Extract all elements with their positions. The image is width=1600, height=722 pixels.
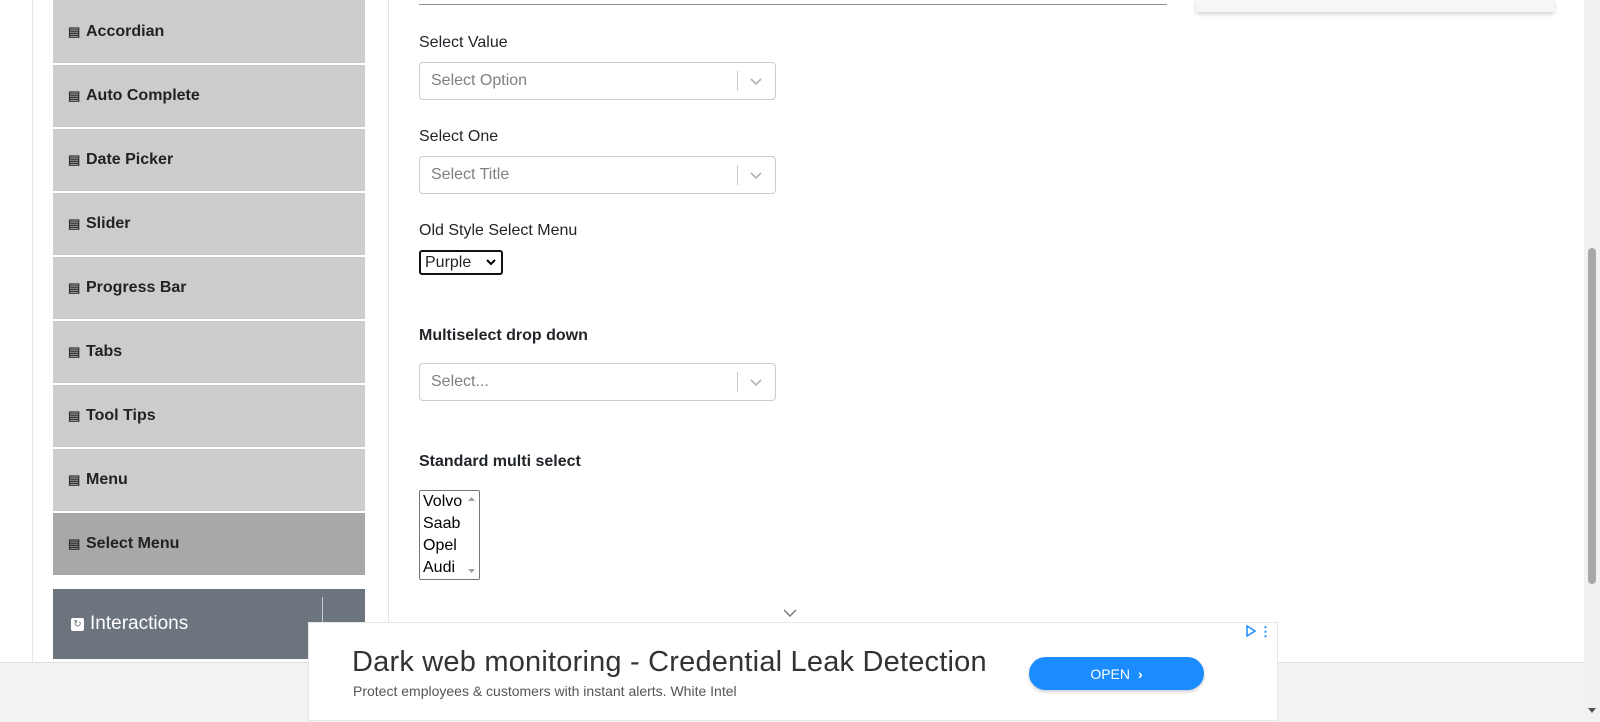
sidebar-item-label: Progress Bar: [86, 279, 187, 296]
sidebar-item-menu[interactable]: ▤ Menu: [53, 449, 365, 511]
indicator-separator: [737, 165, 738, 185]
ad-subline: Protect employees & customers with insta…: [353, 683, 737, 699]
more-vert-icon[interactable]: ⋮: [1259, 624, 1272, 640]
select-one-label: Select One: [419, 128, 499, 145]
standard-multi-select[interactable]: Volvo Saab Opel Audi: [419, 490, 480, 580]
sidebar-item-accordian[interactable]: ▤ Accordian: [53, 0, 365, 63]
top-card-edge: [1196, 0, 1554, 12]
adchoices-icon[interactable]: [1245, 625, 1257, 637]
interactions-icon: ↻: [71, 617, 84, 631]
html5-icon: ▤: [68, 88, 81, 103]
html5-icon: ▤: [68, 344, 81, 359]
sidebar-item-label: Tabs: [86, 343, 123, 360]
html5-icon: ▤: [68, 23, 81, 39]
select-value-placeholder: Select Option: [431, 72, 528, 89]
chevron-down-icon[interactable]: [748, 167, 764, 183]
multiselect-label: Multiselect drop down: [419, 327, 588, 344]
sidebar-item-date-picker[interactable]: ▤ Date Picker: [53, 129, 365, 191]
scrollbar-thumb[interactable]: [1588, 248, 1596, 584]
sidebar-item-auto-complete[interactable]: ▤ Auto Complete: [53, 65, 365, 127]
list-scrollbar[interactable]: [464, 491, 479, 579]
ad-headline[interactable]: Dark web monitoring - Credential Leak De…: [352, 646, 987, 679]
sidebar-divider: [388, 0, 389, 662]
select-one-placeholder: Select Title: [431, 166, 510, 183]
old-style-select-value: Purple: [425, 254, 472, 271]
old-style-select-label: Old Style Select Menu: [419, 222, 578, 239]
indicator-separator: [737, 372, 738, 392]
select-value-dropdown[interactable]: Select Option: [419, 62, 776, 100]
old-style-select[interactable]: Purple: [419, 250, 503, 275]
select-one-dropdown[interactable]: Select Title: [419, 156, 776, 194]
chevron-right-icon: ›: [1138, 665, 1143, 682]
page-scrollbar[interactable]: [1584, 0, 1600, 721]
chevron-down-icon[interactable]: [782, 607, 798, 619]
section-divider: [419, 4, 1167, 5]
ad-banner[interactable]: Dark web monitoring - Credential Leak De…: [308, 622, 1278, 721]
sidebar-item-tool-tips[interactable]: ▤ Tool Tips: [53, 385, 365, 447]
chevron-down-icon[interactable]: [748, 73, 764, 89]
indicator-separator: [737, 71, 738, 91]
sidebar: ▤ Accordian ▤ Auto Complete ▤ Date Picke…: [53, 0, 365, 659]
html5-icon: ▤: [68, 472, 81, 487]
html5-icon: ▤: [68, 536, 81, 551]
sidebar-item-label: Slider: [86, 215, 131, 232]
sidebar-item-tabs[interactable]: ▤ Tabs: [53, 321, 365, 383]
sidebar-item-label: Date Picker: [86, 151, 174, 168]
chevron-down-icon[interactable]: [748, 374, 764, 390]
sidebar-item-label: Tool Tips: [86, 407, 156, 424]
standard-multi-label: Standard multi select: [419, 453, 581, 470]
sidebar-item-label: Auto Complete: [86, 87, 200, 104]
multiselect-dropdown[interactable]: Select...: [419, 363, 776, 401]
sidebar-item-select-menu[interactable]: ▤ Select Menu: [53, 513, 365, 575]
html5-icon: ▤: [68, 408, 81, 423]
ad-open-button[interactable]: OPEN ›: [1029, 657, 1204, 690]
ad-open-label: OPEN: [1090, 665, 1130, 682]
caret-down-icon: [486, 259, 496, 266]
html5-icon: ▤: [68, 216, 81, 231]
sidebar-item-label: Accordian: [86, 22, 165, 40]
select-value-label: Select Value: [419, 34, 508, 51]
html5-icon: ▤: [68, 280, 81, 295]
sidebar-item-slider[interactable]: ▤ Slider: [53, 193, 365, 255]
sidebar-item-label: Select Menu: [86, 535, 180, 552]
left-rule: [32, 0, 33, 662]
html5-icon: ▤: [68, 152, 81, 167]
sidebar-item-progress-bar[interactable]: ▤ Progress Bar: [53, 257, 365, 319]
sidebar-item-label: Menu: [86, 471, 128, 488]
multiselect-placeholder: Select...: [431, 373, 489, 390]
scroll-down-arrow-icon[interactable]: [1588, 708, 1596, 713]
sidebar-group-label: Interactions: [90, 613, 189, 634]
